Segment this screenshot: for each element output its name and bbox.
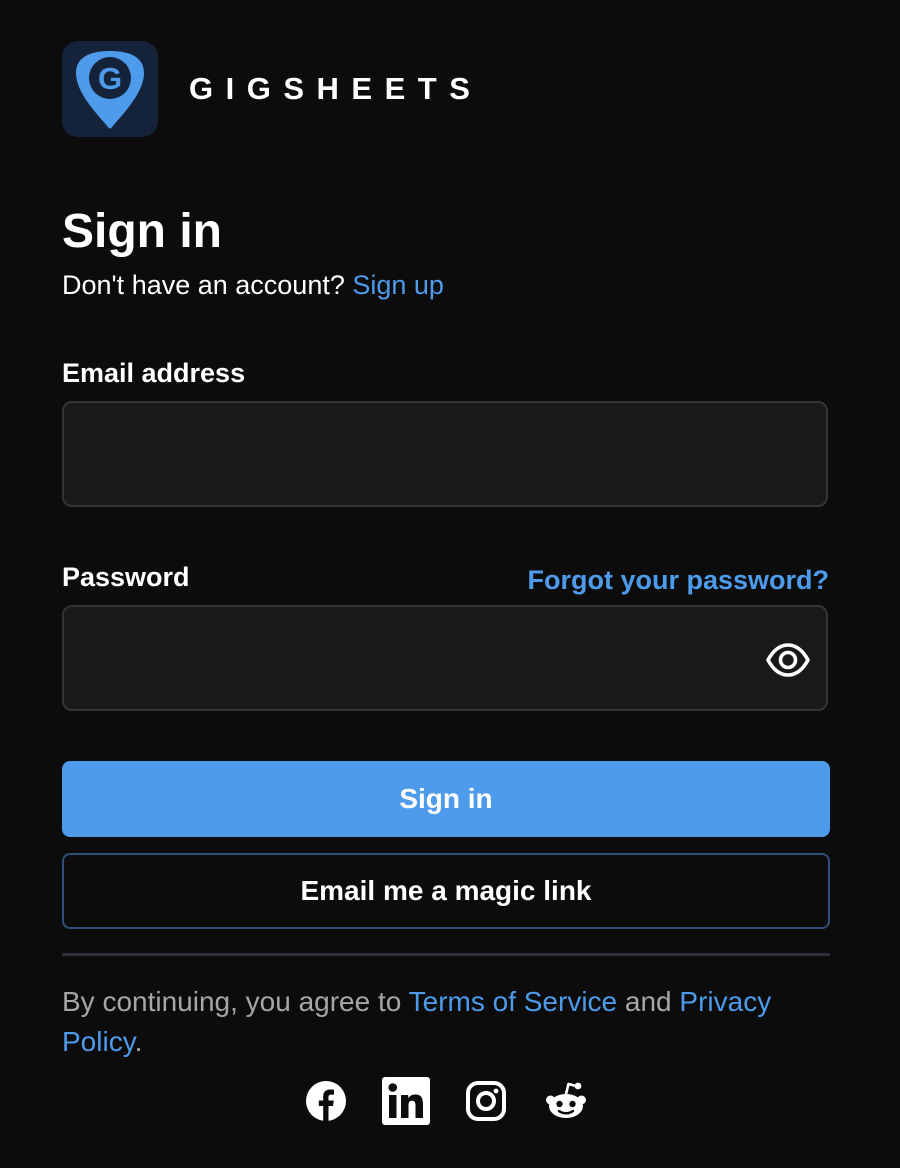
logo-letter: G [98, 61, 122, 96]
legal-prefix: By continuing, you agree to [62, 986, 402, 1017]
terms-of-service-link[interactable]: Terms of Service [409, 986, 618, 1017]
password-field[interactable] [64, 607, 826, 709]
facebook-link[interactable] [302, 1077, 350, 1125]
email-label: Email address [62, 358, 246, 388]
email-field[interactable] [64, 403, 826, 505]
facebook-icon [306, 1081, 346, 1121]
legal-notice: By continuing, you agree to Terms of Ser… [62, 982, 832, 1062]
signup-prompt: Don't have an account? Sign up [62, 268, 444, 302]
legal-and: and [624, 986, 672, 1017]
reddit-icon [546, 1082, 586, 1118]
sign-up-link[interactable]: Sign up [352, 270, 444, 300]
magic-link-button[interactable]: Email me a magic link [62, 853, 830, 929]
page-title: Sign in [62, 205, 222, 258]
email-field-box [62, 401, 828, 507]
reddit-link[interactable] [542, 1077, 590, 1125]
password-field-box [62, 605, 828, 711]
sign-in-page: G GIGSHEETS Sign in Don't have an accoun… [0, 0, 900, 1168]
eye-icon [766, 643, 810, 677]
brand-name: GIGSHEETS [189, 71, 483, 106]
linkedin-link[interactable] [382, 1077, 430, 1125]
password-label: Password [62, 562, 190, 592]
instagram-link[interactable] [462, 1077, 510, 1125]
divider [62, 953, 830, 956]
legal-suffix: . [134, 1026, 143, 1057]
signup-prompt-text: Don't have an account? [62, 270, 345, 300]
sign-in-button[interactable]: Sign in [62, 761, 830, 837]
forgot-password-link[interactable]: Forgot your password? [527, 564, 829, 596]
linkedin-icon [382, 1077, 430, 1125]
show-password-toggle[interactable] [765, 642, 811, 678]
app-logo: G [62, 41, 158, 137]
instagram-icon [466, 1081, 506, 1121]
guitar-pick-icon: G [76, 51, 144, 129]
